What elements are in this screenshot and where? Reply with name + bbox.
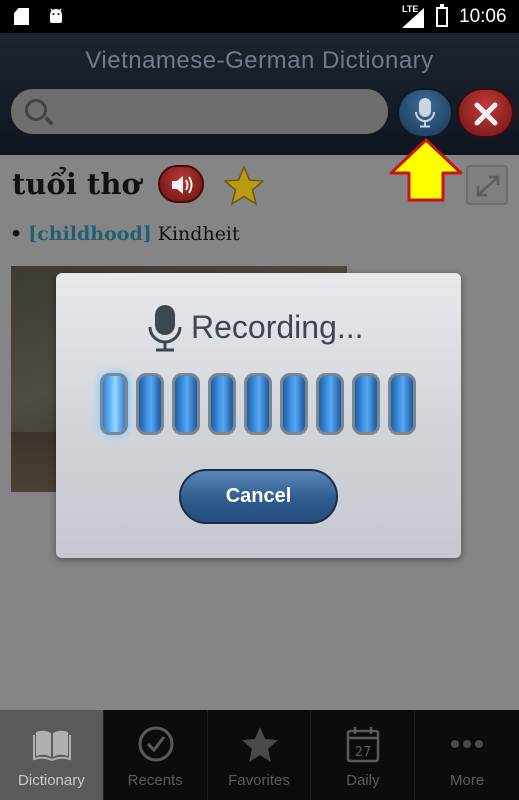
more-icon bbox=[451, 740, 484, 748]
status-time: 10:06 bbox=[459, 6, 507, 27]
book-icon bbox=[33, 730, 71, 762]
arrow-up-icon bbox=[389, 138, 463, 202]
level-bar bbox=[244, 373, 272, 435]
recording-dialog: Recording... Cancel bbox=[56, 273, 461, 558]
tab-more[interactable]: More bbox=[415, 710, 519, 800]
tab-label: Favorites bbox=[228, 772, 290, 789]
bottom-nav: Dictionary Recents Favorites 27 Daily Mo… bbox=[0, 710, 519, 800]
expand-button[interactable] bbox=[466, 165, 508, 205]
definition-translation: Kindheit bbox=[157, 223, 240, 245]
search-input[interactable] bbox=[59, 97, 374, 125]
tab-dictionary[interactable]: Dictionary bbox=[0, 710, 104, 800]
microphone-icon bbox=[148, 305, 182, 352]
level-bar bbox=[316, 373, 344, 435]
level-bar bbox=[172, 373, 200, 435]
close-icon bbox=[474, 102, 498, 126]
speaker-icon bbox=[172, 176, 193, 194]
battery-icon bbox=[436, 4, 448, 27]
pronounce-button[interactable] bbox=[158, 165, 204, 203]
tab-label: Recents bbox=[127, 772, 183, 789]
status-bar: LTE 10:06 bbox=[0, 0, 519, 33]
tab-label: Daily bbox=[346, 772, 380, 789]
dialog-title: Recording... bbox=[191, 309, 364, 345]
sd-card-icon bbox=[14, 8, 29, 25]
search-bar[interactable] bbox=[11, 89, 388, 134]
level-bar bbox=[100, 373, 128, 435]
voice-search-button[interactable] bbox=[397, 88, 453, 138]
entry-word: tuổi thơ bbox=[12, 167, 141, 201]
svg-text:27: 27 bbox=[355, 745, 372, 760]
android-icon bbox=[50, 8, 62, 23]
clear-button[interactable] bbox=[457, 88, 514, 138]
search-icon bbox=[25, 99, 47, 121]
signal-icon bbox=[402, 8, 424, 28]
tab-daily[interactable]: 27 Daily bbox=[311, 710, 416, 800]
microphone-icon bbox=[415, 98, 435, 128]
level-bar bbox=[352, 373, 380, 435]
tab-label: More bbox=[449, 772, 485, 789]
level-bar bbox=[136, 373, 164, 435]
tab-favorites[interactable]: Favorites bbox=[208, 710, 312, 800]
calendar-icon: 27 bbox=[347, 727, 380, 763]
app-title: Vietnamese-German Dictionary bbox=[85, 47, 434, 74]
level-bar bbox=[280, 373, 308, 435]
star-icon bbox=[241, 727, 278, 762]
tab-label: Dictionary bbox=[18, 772, 85, 789]
level-bar bbox=[208, 373, 236, 435]
definition-tag[interactable]: [childhood] bbox=[28, 223, 152, 245]
tab-recents[interactable]: Recents bbox=[104, 710, 208, 800]
favorite-star-icon[interactable] bbox=[222, 165, 266, 207]
expand-icon bbox=[476, 175, 500, 197]
cancel-button[interactable]: Cancel bbox=[179, 469, 338, 524]
audio-level-meter bbox=[100, 373, 420, 437]
definition-line: • [childhood] Kindheit bbox=[10, 223, 240, 245]
clock-icon bbox=[138, 726, 174, 762]
level-bar bbox=[388, 373, 416, 435]
